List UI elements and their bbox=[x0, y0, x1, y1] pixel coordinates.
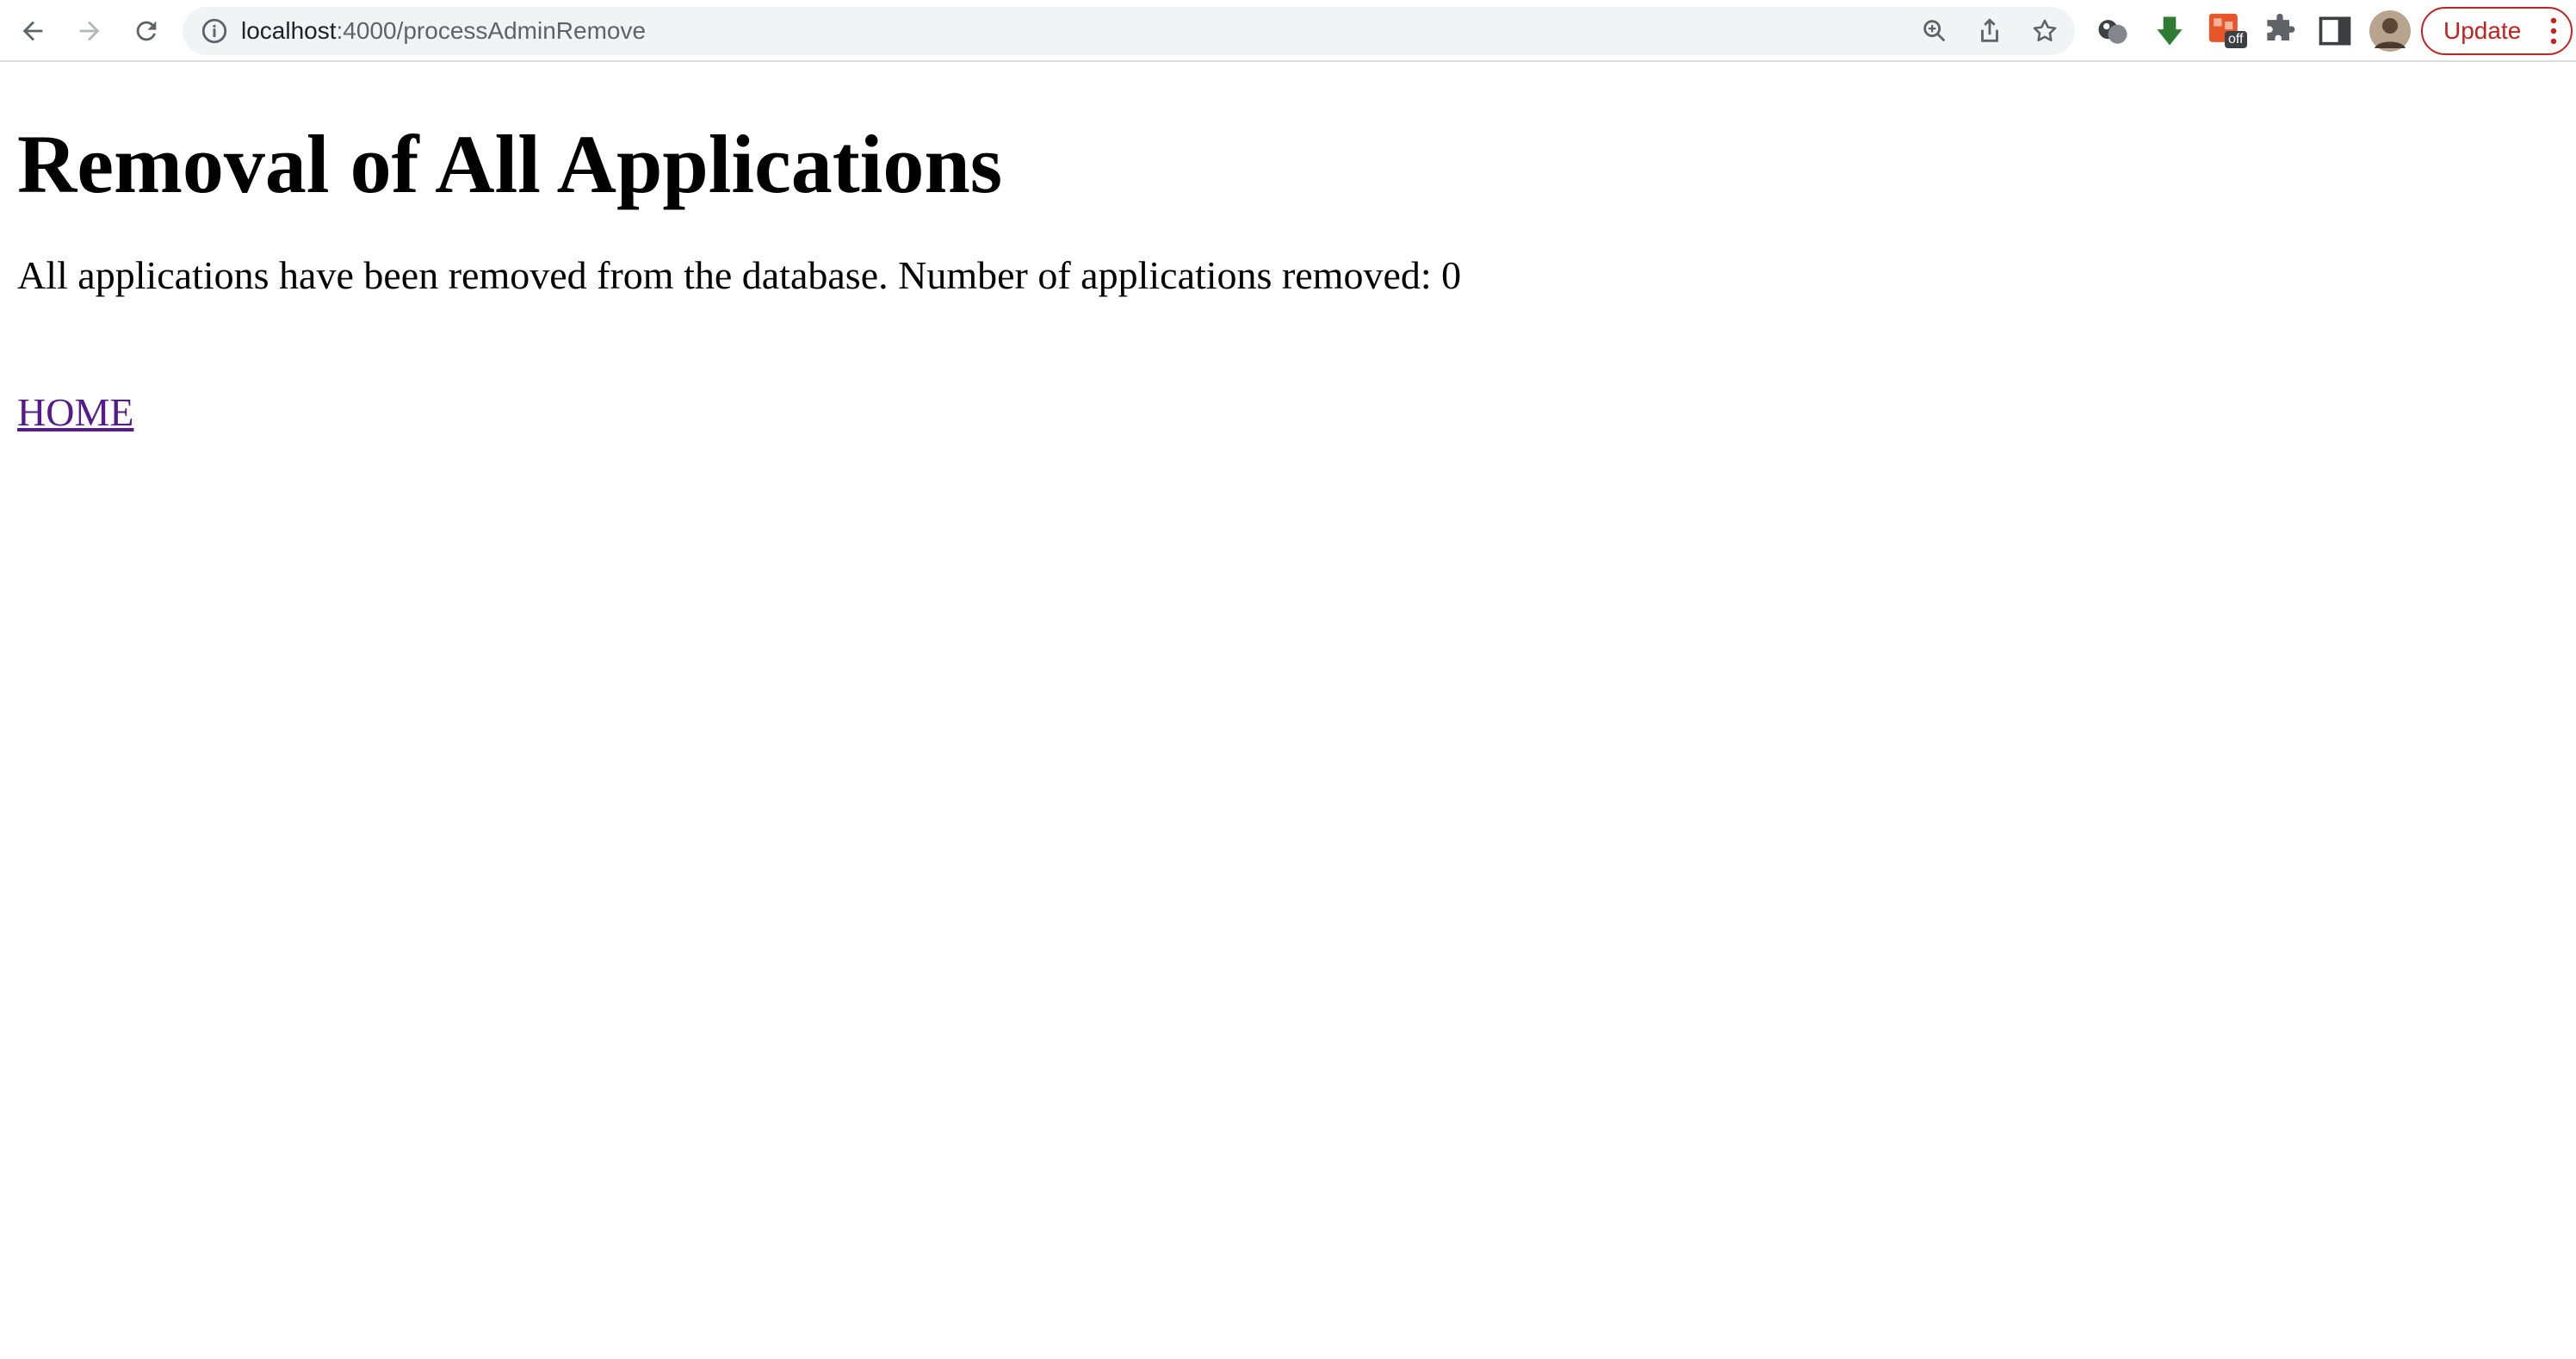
update-label: Update bbox=[2443, 17, 2522, 44]
forward-button[interactable] bbox=[67, 9, 112, 53]
home-link[interactable]: HOME bbox=[17, 389, 133, 435]
page-content: Removal of All Applications All applicat… bbox=[17, 62, 2514, 435]
url-text[interactable]: localhost:4000/processAdminRemove bbox=[241, 7, 646, 55]
info-icon[interactable] bbox=[200, 16, 229, 46]
url-host: localhost bbox=[241, 17, 337, 44]
puzzle-piece-icon[interactable] bbox=[2261, 12, 2299, 50]
update-button[interactable]: Update bbox=[2421, 7, 2573, 55]
reload-icon bbox=[136, 21, 157, 41]
side-panel-icon[interactable] bbox=[2316, 12, 2354, 50]
page-title: Removal of All Applications bbox=[17, 118, 1003, 210]
extension-off-button[interactable]: off bbox=[2208, 12, 2247, 50]
reload-button[interactable] bbox=[124, 9, 169, 53]
share-icon[interactable] bbox=[1975, 16, 2004, 46]
download-arrow-icon[interactable] bbox=[2151, 12, 2189, 50]
more-vertical-icon bbox=[2550, 17, 2557, 45]
address-bar[interactable]: localhost:4000/processAdminRemove bbox=[183, 7, 2075, 55]
back-button[interactable] bbox=[10, 9, 55, 53]
url-path: :4000/processAdminRemove bbox=[336, 17, 647, 44]
bookmark-star-icon[interactable] bbox=[2030, 16, 2059, 46]
zoom-icon[interactable] bbox=[1920, 16, 1949, 46]
extension-badge: off bbox=[2225, 31, 2247, 48]
extension-circles-icon[interactable] bbox=[2094, 12, 2132, 50]
arrow-left-icon bbox=[22, 21, 43, 41]
profile-avatar[interactable] bbox=[2369, 10, 2411, 52]
arrow-right-icon bbox=[79, 21, 100, 41]
removal-message: All applications have been removed from … bbox=[17, 253, 1462, 298]
browser-toolbar: localhost:4000/processAdminRemove off Up… bbox=[0, 0, 2576, 62]
